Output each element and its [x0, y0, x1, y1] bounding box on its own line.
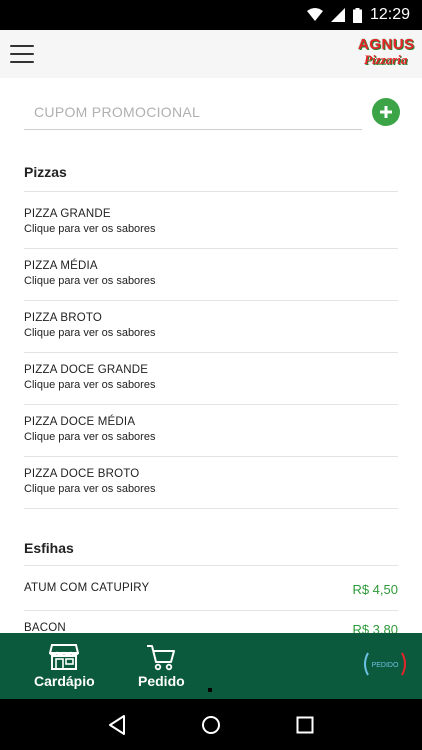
signal-icon — [330, 8, 345, 22]
list-item-pizza-doce-media[interactable]: PIZZA DOCE MÉDIA Clique para ver os sabo… — [24, 416, 398, 443]
brand-text: PEDIDO — [372, 662, 399, 669]
section-title-pizzas: Pizzas — [24, 164, 67, 180]
menu-content[interactable]: Pizzas PIZZA GRANDE Clique para ver os s… — [0, 78, 422, 633]
divider — [24, 610, 398, 611]
item-name: PIZZA DOCE BROTO — [24, 468, 140, 480]
divider — [24, 508, 398, 509]
item-name: PIZZA MÉDIA — [24, 260, 98, 272]
item-price: R$ 4,50 — [352, 582, 398, 597]
list-item-pizza-media[interactable]: PIZZA MÉDIA Clique para ver os sabores — [24, 260, 398, 287]
section-title-esfihas: Esfihas — [24, 540, 74, 556]
system-nav-bar — [0, 699, 422, 750]
nav-menu-label: Cardápio — [34, 673, 95, 689]
coupon-input[interactable] — [24, 94, 362, 130]
status-bar: 12:29 — [0, 0, 422, 30]
divider — [24, 352, 398, 353]
nav-menu-button[interactable]: Cardápio — [34, 643, 95, 689]
battery-icon — [352, 7, 362, 23]
divider — [24, 456, 398, 457]
bottom-nav: Cardápio Pedido PEDIDO — [0, 633, 422, 699]
divider — [24, 248, 398, 249]
logo-line1: AGNUS — [358, 36, 415, 53]
list-item-pizza-grande[interactable]: PIZZA GRANDE Clique para ver os sabores — [24, 208, 398, 235]
item-subtitle: Clique para ver os sabores — [24, 275, 156, 287]
nav-order-button[interactable]: Pedido — [138, 643, 185, 689]
item-subtitle: Clique para ver os sabores — [24, 483, 156, 495]
item-subtitle: Clique para ver os sabores — [24, 379, 156, 391]
home-icon[interactable] — [201, 715, 221, 735]
menu-icon[interactable] — [10, 45, 34, 63]
list-item-pizza-doce-grande[interactable]: PIZZA DOCE GRANDE Clique para ver os sab… — [24, 364, 398, 391]
nav-order-label: Pedido — [138, 673, 185, 689]
wifi-icon — [306, 8, 323, 21]
item-name: PIZZA GRANDE — [24, 208, 111, 220]
divider — [24, 565, 398, 566]
divider — [24, 191, 398, 192]
item-name: PIZZA DOCE GRANDE — [24, 364, 149, 376]
recents-icon[interactable] — [296, 716, 314, 734]
store-icon — [49, 644, 80, 670]
divider — [24, 404, 398, 405]
item-subtitle: Clique para ver os sabores — [24, 327, 156, 339]
list-item-bacon[interactable]: BACON R$ 3,80 — [24, 622, 398, 633]
list-item-atum-com-catupiry[interactable]: ATUM COM CATUPIRY R$ 4,50 — [24, 582, 398, 597]
item-subtitle: Clique para ver os sabores — [24, 431, 156, 443]
item-name: PIZZA BROTO — [24, 312, 103, 324]
list-item-pizza-doce-broto[interactable]: PIZZA DOCE BROTO Clique para ver os sabo… — [24, 468, 398, 495]
logo-line2: Pizzaria — [364, 52, 408, 67]
brand-logo: PEDIDO — [364, 652, 406, 676]
back-icon[interactable] — [108, 714, 126, 735]
add-coupon-button[interactable] — [372, 98, 400, 126]
item-name: ATUM COM CATUPIRY — [24, 582, 150, 594]
item-price: R$ 3,80 — [352, 622, 398, 633]
app-logo: AGNUS Pizzaria — [358, 36, 416, 70]
plus-icon — [380, 106, 392, 118]
item-name: PIZZA DOCE MÉDIA — [24, 416, 136, 428]
item-subtitle: Clique para ver os sabores — [24, 223, 156, 235]
cart-icon — [147, 645, 176, 671]
app-bar: AGNUS Pizzaria — [0, 30, 422, 78]
item-name: BACON — [24, 622, 66, 633]
list-item-pizza-broto[interactable]: PIZZA BROTO Clique para ver os sabores — [24, 312, 398, 339]
status-time: 12:29 — [369, 6, 410, 23]
divider — [24, 300, 398, 301]
coupon-row — [24, 94, 400, 130]
nav-dot — [208, 688, 212, 692]
